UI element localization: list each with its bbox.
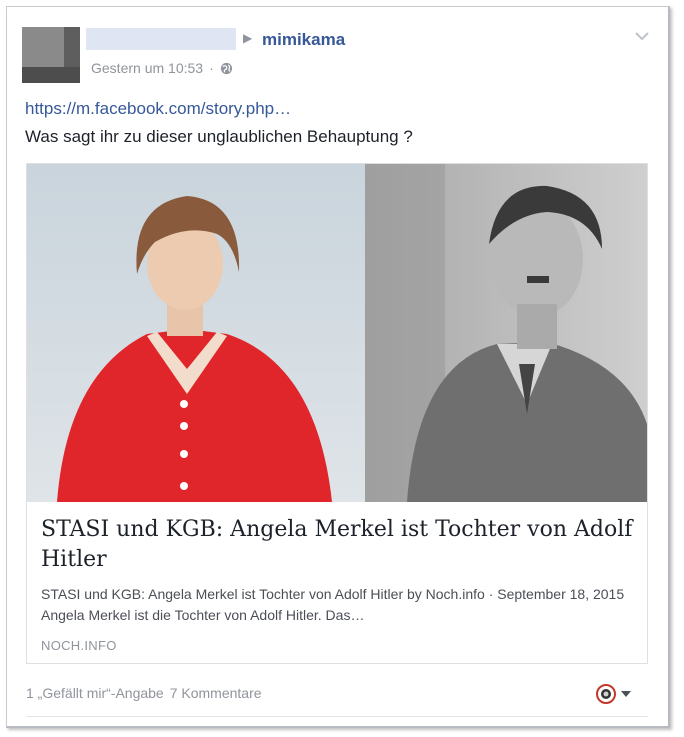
post-caption: Was sagt ihr zu dieser unglaublichen Beh… [25,127,413,146]
caret-down-icon [621,691,631,697]
preview-image[interactable] [27,164,647,502]
card-title[interactable]: STASI und KGB: Angela Merkel ist Tochter… [41,515,641,575]
likes-count[interactable]: 1 „Gefällt mir“-Angabe [26,685,164,701]
divider [26,716,648,717]
shared-to-arrow-icon: ▶ [243,31,253,45]
post-timestamp[interactable]: Gestern um 10:53 [91,60,203,76]
page-name-link[interactable]: mimikama [262,30,345,50]
card-domain: NOCH.INFO [41,638,117,653]
comments-count[interactable]: 7 Kommentare [170,685,262,701]
post-footer: 1 „Gefällt mir“-Angabe 7 Kommentare [26,685,262,701]
story-link[interactable]: https://m.facebook.com/story.php… [25,99,291,119]
chevron-down-icon[interactable] [634,30,650,42]
post-meta: Gestern um 10:53 · [91,60,233,76]
globe-icon[interactable] [220,62,233,75]
author-name-redacted [86,28,236,50]
link-preview-card[interactable]: STASI und KGB: Angela Merkel ist Tochter… [26,163,648,664]
page-avatar-icon [596,684,616,704]
card-description: STASI und KGB: Angela Merkel ist Tochter… [41,586,625,623]
author-avatar[interactable] [22,27,80,83]
meta-separator: · [209,60,214,76]
comment-as-selector[interactable] [596,684,632,704]
